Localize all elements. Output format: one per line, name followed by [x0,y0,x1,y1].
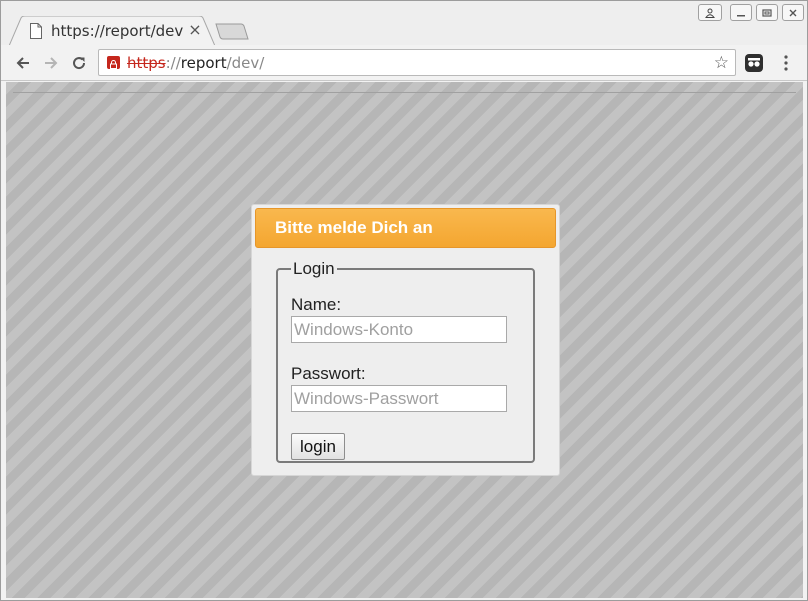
login-fieldset: Login Name: Passwort: login [276,259,535,463]
browser-window: https://report/dev/ × https://report/dev… [0,0,808,601]
url-host: report [180,54,227,72]
fieldset-legend: Login [293,259,335,278]
back-button[interactable] [13,53,33,73]
login-header: Bitte melde Dich an [255,208,556,248]
url-separator: :// [165,54,181,72]
close-icon [789,9,797,16]
arrow-right-icon [45,57,58,69]
name-input[interactable] [291,316,507,343]
arrow-left-icon [16,57,29,69]
address-bar[interactable]: https://report/dev/ ☆ [98,49,736,76]
profile-button[interactable] [698,4,722,21]
reload-button[interactable] [69,53,89,73]
minimize-button[interactable] [730,4,752,21]
insecure-lock-icon[interactable] [107,56,120,69]
tab-close-icon[interactable]: × [187,21,203,39]
name-label: Name: [291,295,342,314]
bookmark-star-icon[interactable]: ☆ [714,54,729,72]
maximize-icon [762,8,772,17]
person-icon [705,8,715,18]
maximize-button[interactable] [756,4,778,21]
document-icon [30,23,42,39]
page-top-divider [13,92,796,93]
kebab-menu-icon[interactable] [781,53,791,73]
login-dialog: Bitte melde Dich an Login Name: Passwort… [251,204,560,476]
url-scheme: https [127,54,166,72]
tab-content: https://report/dev/ [29,21,205,41]
url-path: /dev/ [226,54,265,72]
minimize-icon [737,14,745,16]
broken-lock-glyph [110,60,117,69]
password-label: Passwort: [291,364,366,383]
forward-button[interactable] [41,53,61,73]
close-window-button[interactable] [782,4,804,21]
login-button[interactable]: login [291,433,345,460]
page-viewport: Bitte melde Dich an Login Name: Passwort… [6,82,803,598]
extension-glyph [748,58,760,67]
tab-strip: https://report/dev/ × [1,1,807,46]
extension-icon[interactable] [745,54,763,72]
url-text[interactable]: https://report/dev/ [127,53,264,73]
password-input[interactable] [291,385,507,412]
browser-toolbar: https://report/dev/ ☆ [1,45,807,81]
reload-icon [73,57,86,70]
new-tab-button[interactable] [215,23,249,40]
tab-title: https://report/dev/ [51,22,183,40]
